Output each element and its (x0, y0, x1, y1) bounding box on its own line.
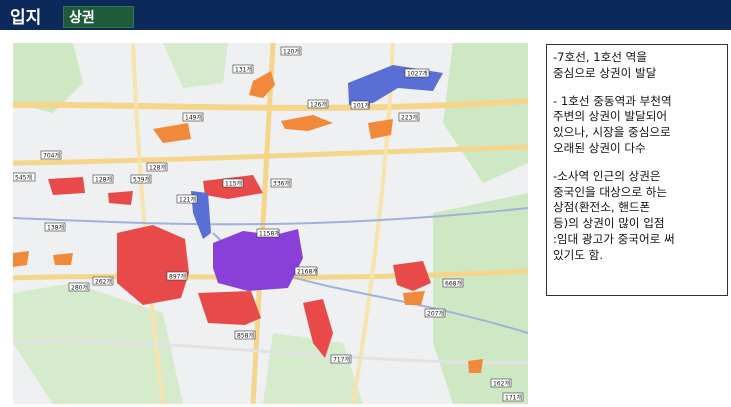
map-count-label: 128개 (149, 164, 166, 172)
info-textbox: -7호선, 1호선 역을 중심으로 상권이 발달 - 1호선 중동역과 부천역 … (546, 44, 728, 296)
map-count-label: 668개 (445, 280, 462, 288)
map-count-label: 121개 (179, 196, 196, 204)
map-count-label: 858개 (237, 332, 254, 340)
zone-orange (153, 123, 191, 143)
map-count-label: 336개 (273, 180, 290, 188)
zone-orange (53, 253, 73, 265)
park-area (263, 333, 363, 404)
map-count-label: 101개 (353, 102, 370, 110)
zone-orange (403, 291, 425, 305)
park-area (443, 43, 528, 183)
zone-red (108, 191, 133, 205)
zone-orange (368, 119, 393, 139)
zone-red (117, 225, 189, 305)
map-count-label: 545개 (15, 174, 32, 182)
road (13, 144, 528, 166)
map-count-label: 162개 (493, 380, 510, 388)
map-count-label: 120개 (283, 48, 300, 56)
section-tab: 상권 (63, 6, 134, 28)
map-count-label: 717개 (333, 356, 350, 364)
map-count-label: 262개 (95, 278, 112, 286)
zone-red (393, 261, 431, 291)
map-count-label: 897개 (169, 273, 186, 281)
info-paragraph: -7호선, 1호선 역을 중심으로 상권이 발달 (553, 50, 657, 80)
zone-red (48, 177, 85, 195)
map-count-label: 1158개 (259, 230, 280, 238)
map-count-label: 149개 (185, 114, 202, 122)
header-bar: 입지 상권 (0, 0, 731, 30)
map-count-label: 171개 (505, 394, 522, 402)
map-count-label: 223개 (401, 114, 418, 122)
info-paragraph: -소사역 인근의 상권은 중국인을 대상으로 하는 상점(환전소, 핸드폰 등)… (553, 168, 675, 262)
map-count-label: 115개 (225, 180, 242, 188)
map-count-label: 280개 (71, 284, 88, 292)
map-count-label: 1027개 (407, 70, 428, 78)
zone-purple (213, 229, 303, 291)
map-count-label: 131개 (235, 66, 252, 74)
info-paragraph: - 1호선 중동역과 부천역 주변의 상권이 발달되어 있으나, 시장을 중심으… (553, 93, 672, 155)
map-count-label: 539개 (133, 176, 150, 184)
map-count-label: 126개 (310, 101, 327, 109)
park-area (163, 43, 228, 88)
map-drawing: 120개 131개 1027개 126개 101개 149개 223개 704개… (13, 43, 528, 404)
page-title: 입지 (10, 8, 42, 27)
zone-orange (468, 359, 483, 373)
commercial-area-map: 120개 131개 1027개 126개 101개 149개 223개 704개… (13, 43, 528, 404)
zone-red (198, 291, 261, 325)
map-count-label: 128개 (95, 176, 112, 184)
zone-orange (13, 251, 29, 267)
map-count-label: 2168개 (297, 268, 318, 276)
map-count-label: 207개 (427, 310, 444, 318)
zone-orange (281, 115, 333, 131)
map-count-label: 704개 (43, 152, 60, 160)
map-count-label: 138개 (47, 224, 64, 232)
